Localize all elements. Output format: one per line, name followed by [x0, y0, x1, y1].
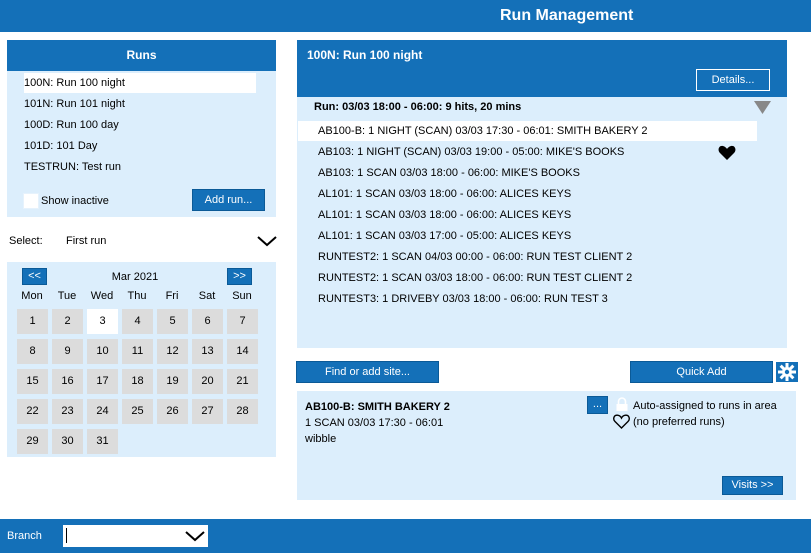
run-item-101n[interactable]: 101N: Run 101 night: [24, 94, 256, 114]
calendar-day[interactable]: 2: [52, 309, 83, 334]
calendar-day[interactable]: 1: [17, 309, 48, 334]
run-line-item[interactable]: AL101: 1 SCAN 03/03 18:00 - 06:00: ALICE…: [318, 209, 571, 221]
calendar-day[interactable]: 28: [227, 399, 258, 424]
show-inactive-label: Show inactive: [41, 195, 109, 207]
calendar-day[interactable]: 24: [87, 399, 118, 424]
calendar-day[interactable]: 5: [157, 309, 188, 334]
run-line-item[interactable]: RUNTEST2: 1 SCAN 03/03 18:00 - 06:00: RU…: [318, 272, 632, 284]
run-item-100d[interactable]: 100D: Run 100 day: [24, 115, 256, 135]
branch-label: Branch: [7, 530, 42, 542]
weekday-header: Thu: [127, 290, 147, 302]
site-detail-line1: 1 SCAN 03/03 17:30 - 06:01: [305, 417, 444, 429]
settings-button[interactable]: [775, 361, 799, 383]
run-line-item[interactable]: AB103: 1 NIGHT (SCAN) 03/03 19:00 - 05:0…: [318, 146, 624, 158]
run-line-item[interactable]: AL101: 1 SCAN 03/03 18:00 - 06:00: ALICE…: [318, 188, 571, 200]
run-line-item[interactable]: RUNTEST2: 1 SCAN 04/03 00:00 - 06:00: RU…: [318, 251, 632, 263]
site-detail-title: AB100-B: SMITH BAKERY 2: [305, 401, 450, 413]
calendar-day[interactable]: 27: [192, 399, 223, 424]
more-options-button[interactable]: ...: [587, 396, 608, 414]
run-item-label: TESTRUN: Test run: [24, 161, 121, 173]
show-inactive-checkbox[interactable]: [23, 193, 39, 209]
add-run-button[interactable]: Add run...: [192, 189, 265, 211]
run-item-label: 101N: Run 101 night: [24, 98, 125, 110]
branch-dropdown[interactable]: [63, 525, 208, 547]
run-item-101d[interactable]: 101D: 101 Day: [24, 136, 256, 156]
select-label: Select:: [9, 235, 43, 247]
calendar-day[interactable]: 19: [157, 369, 188, 394]
run-line-item[interactable]: AB103: 1 SCAN 03/03 18:00 - 06:00: MIKE'…: [318, 167, 580, 179]
heart-outline-icon[interactable]: [613, 414, 630, 429]
chevron-down-icon: [185, 531, 205, 542]
calendar-day[interactable]: 13: [192, 339, 223, 364]
calendar-day[interactable]: 20: [192, 369, 223, 394]
calendar-day[interactable]: 6: [192, 309, 223, 334]
weekday-header: Fri: [165, 290, 179, 302]
quick-add-button[interactable]: Quick Add: [630, 361, 773, 383]
runs-list-panel: 100N: Run 100 night 101N: Run 101 night …: [7, 71, 276, 217]
find-add-site-button[interactable]: Find or add site...: [296, 361, 439, 383]
page-title: Run Management: [500, 7, 634, 24]
next-month-button[interactable]: >>: [227, 268, 252, 285]
month-label: Mar 2021: [111, 271, 159, 283]
calendar-day[interactable]: 12: [157, 339, 188, 364]
calendar-day[interactable]: 4: [122, 309, 153, 334]
calendar-day[interactable]: 22: [17, 399, 48, 424]
site-detail-panel: AB100-B: SMITH BAKERY 2 1 SCAN 03/03 17:…: [297, 391, 796, 500]
calendar-day[interactable]: 16: [52, 369, 83, 394]
run-item-label: 100N: Run 100 night: [24, 77, 125, 89]
chevron-down-icon: [257, 236, 277, 247]
weekday-header: Sat: [198, 290, 216, 302]
calendar-day[interactable]: 31: [87, 429, 118, 454]
calendar-day[interactable]: 15: [17, 369, 48, 394]
weekday-header: Mon: [21, 290, 43, 302]
runs-header: Runs: [7, 40, 276, 71]
auto-assigned-text: Auto-assigned to runs in area: [633, 400, 777, 412]
heart-filled-icon: [718, 145, 736, 160]
calendar-day[interactable]: 29: [17, 429, 48, 454]
collapse-triangle-icon[interactable]: [754, 101, 771, 114]
text-cursor: [66, 528, 67, 543]
run-item-100n[interactable]: 100N: Run 100 night: [24, 73, 256, 93]
weekday-header: Tue: [57, 290, 77, 302]
calendar-day[interactable]: 17: [87, 369, 118, 394]
select-value: First run: [66, 235, 107, 247]
calendar-day[interactable]: 10: [87, 339, 118, 364]
calendar-day[interactable]: 26: [157, 399, 188, 424]
lock-icon: [616, 397, 628, 411]
branch-bar: Branch: [0, 519, 811, 553]
calendar-day[interactable]: 14: [227, 339, 258, 364]
run-line-item[interactable]: RUNTEST3: 1 DRIVEBY 03/03 18:00 - 06:00:…: [318, 293, 608, 305]
run-item-testrun[interactable]: TESTRUN: Test run: [24, 157, 256, 177]
calendar-day[interactable]: 21: [227, 369, 258, 394]
run-item-label: 101D: 101 Day: [24, 140, 98, 152]
calendar-day[interactable]: 23: [52, 399, 83, 424]
calendar: << Mar 2021 >> Mon Tue Wed Thu Fri Sat Sun 123…: [7, 262, 276, 457]
calendar-day[interactable]: 18: [122, 369, 153, 394]
run-panel-header: 100N: Run 100 night Details...: [297, 40, 787, 97]
preferred-runs-text: (no preferred runs): [633, 416, 725, 428]
weekday-header: Wed: [90, 290, 114, 302]
calendar-day[interactable]: 9: [52, 339, 83, 364]
run-line-item[interactable]: AB100-B: 1 NIGHT (SCAN) 03/03 17:30 - 06…: [318, 125, 648, 137]
calendar-day[interactable]: 30: [52, 429, 83, 454]
calendar-day[interactable]: 3: [87, 309, 118, 334]
run-line-item[interactable]: AL101: 1 SCAN 03/03 17:00 - 05:00: ALICE…: [318, 230, 571, 242]
weekday-header: Sun: [232, 290, 252, 302]
visits-button[interactable]: Visits >>: [722, 476, 783, 495]
title-bar: [0, 0, 811, 32]
run-item-label: 100D: Run 100 day: [24, 119, 119, 131]
gear-icon: [778, 363, 796, 381]
select-dropdown[interactable]: First run: [61, 230, 279, 252]
calendar-day[interactable]: 7: [227, 309, 258, 334]
calendar-day[interactable]: 8: [17, 339, 48, 364]
calendar-day[interactable]: 25: [122, 399, 153, 424]
details-button[interactable]: Details...: [696, 69, 770, 91]
run-summary: Run: 03/03 18:00 - 06:00: 9 hits, 20 min…: [314, 101, 522, 113]
site-detail-line2: wibble: [305, 433, 337, 445]
calendar-day[interactable]: 11: [122, 339, 153, 364]
run-panel-title: 100N: Run 100 night: [307, 48, 423, 62]
